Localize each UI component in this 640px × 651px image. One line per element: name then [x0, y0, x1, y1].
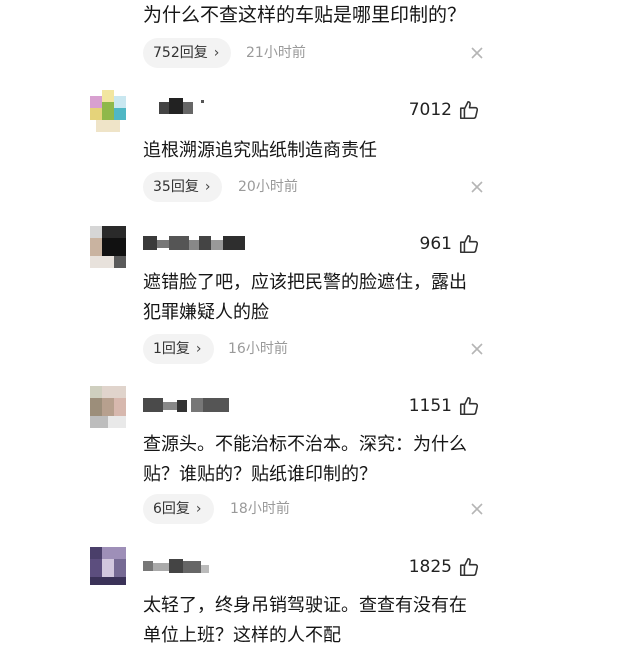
like-button[interactable]: 7012 [409, 98, 480, 122]
comment-text: 查源头。不能治标不治本。深究：为什么贴？谁贴的？贴纸谁印制的？ [143, 434, 467, 485]
like-count: 1151 [408, 396, 452, 416]
comment-text: 追根溯源追究贴纸制造商责任 [143, 140, 377, 161]
comment-meta-row: 6回复 › 18小时前 [143, 494, 483, 524]
replies-count: 35回复 [153, 179, 199, 195]
chevron-right-icon: › [195, 341, 202, 357]
comment-meta-row: 752回复 › 21小时前 [143, 38, 483, 68]
replies-button[interactable]: 752回复 › [143, 38, 232, 68]
replies-button[interactable]: 1回复 › [143, 334, 214, 364]
avatar[interactable] [90, 547, 126, 591]
comment-meta-row: 35回复 › 20小时前 [143, 172, 483, 202]
username[interactable] [143, 96, 253, 116]
username[interactable] [143, 396, 253, 416]
avatar[interactable] [90, 226, 126, 270]
like-button[interactable]: 961 [420, 232, 480, 256]
username[interactable] [143, 234, 253, 254]
comment-text: 太轻了，终身吊销驾驶证。查查有没有在单位上班？这样的人不配 [143, 595, 467, 646]
replies-button[interactable]: 6回复 › [143, 494, 214, 524]
avatar[interactable] [90, 90, 126, 134]
avatar[interactable] [90, 386, 126, 430]
comment-time: 18小时前 [230, 501, 290, 517]
like-count: 1825 [408, 557, 452, 577]
chevron-right-icon: › [213, 45, 220, 61]
replies-count: 1回复 [153, 341, 190, 357]
close-icon[interactable] [465, 175, 489, 199]
comment-time: 21小时前 [246, 45, 306, 61]
chevron-right-icon: › [204, 179, 211, 195]
comment-time: 20小时前 [238, 179, 298, 195]
thumbs-up-icon [459, 396, 479, 416]
like-button[interactable]: 1151 [409, 394, 480, 418]
thumbs-up-icon [459, 234, 479, 254]
like-button[interactable]: 1825 [409, 555, 480, 579]
comment-time: 16小时前 [228, 341, 288, 357]
comment-text: 遮错脸了吧，应该把民警的脸遮住，露出犯罪嫌疑人的脸 [143, 272, 467, 323]
like-count: 961 [419, 234, 452, 254]
replies-count: 6回复 [153, 501, 190, 517]
close-icon[interactable] [465, 497, 489, 521]
username[interactable] [143, 557, 253, 577]
chevron-right-icon: › [195, 501, 202, 517]
like-count: 7012 [408, 100, 452, 120]
replies-count: 752回复 [153, 45, 208, 61]
close-icon[interactable] [465, 41, 489, 65]
replies-button[interactable]: 35回复 › [143, 172, 223, 202]
comment-meta-row: 1回复 › 16小时前 [143, 334, 483, 364]
thumbs-up-icon [459, 100, 479, 120]
thumbs-up-icon [459, 557, 479, 577]
close-icon[interactable] [465, 337, 489, 361]
comment-text: 为什么不查这样的车贴是哪里印制的？ [143, 4, 467, 26]
